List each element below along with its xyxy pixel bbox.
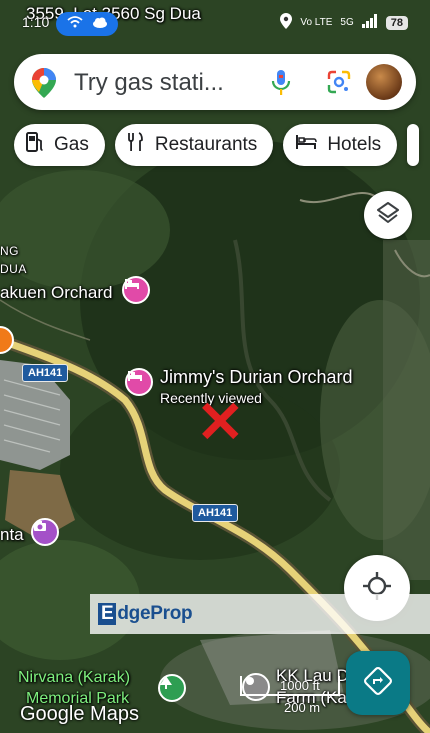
bed-icon[interactable] [125,368,153,396]
edgeprop-watermark: EdgeProp [90,594,430,634]
camera-icon[interactable] [31,518,59,546]
category-chips: Gas Restaurants Hotels [14,124,420,166]
layers-icon [376,201,400,230]
chip-hotels[interactable]: Hotels [283,124,398,166]
fork-knife-icon [127,132,145,158]
bed-icon [295,134,318,156]
map-scale: 1000 ft 200 m [240,676,340,715]
chip-more[interactable] [407,124,420,166]
cloud-icon [92,15,108,33]
scale-meters: 200 m [284,700,321,715]
google-lens-icon[interactable] [326,69,352,100]
bed-icon[interactable] [122,276,150,304]
map-label-left-poi[interactable]: nta [0,525,24,545]
hotspot-indicator [56,12,118,36]
google-maps-logo: Google Maps [20,703,139,725]
tree-icon[interactable] [158,674,186,702]
signal-bars-icon [361,14,378,31]
chip-label: Hotels [327,134,382,155]
chip-gas[interactable]: Gas [14,124,105,166]
microphone-icon[interactable] [270,69,292,102]
map-label-area-top: NG [0,244,19,258]
layers-button[interactable] [364,191,412,239]
status-bar: 1:10 Vo LTE 5G 78 [0,0,430,40]
profile-avatar[interactable] [366,64,402,100]
gas-pump-icon [26,132,44,158]
wifi-icon [66,15,83,33]
search-bar[interactable]: Try gas stati... [14,54,416,110]
search-input[interactable]: Try gas stati... [74,69,224,97]
directions-button[interactable] [346,651,410,715]
directions-icon [364,666,392,700]
map-label-memorial-line1[interactable]: Nirvana (Karak) [18,669,130,687]
maps-pin-icon [32,68,56,103]
map-label-area-bottom: DUA [0,262,27,276]
close-x-marker-icon: ✕ [196,390,245,455]
chip-restaurants[interactable]: Restaurants [114,124,274,166]
scale-feet: 1000 ft [280,678,320,693]
poi-title-jimmys-durian-orchard[interactable]: Jimmy's Durian Orchard [160,367,352,388]
volte-indicator: Vo LTE [300,17,333,28]
battery-indicator: 78 [385,15,408,30]
chip-label: Gas [54,134,89,155]
chip-label: Restaurants [154,134,258,155]
road-shield-ah141: AH141 [22,364,69,382]
status-indicators: Vo LTE 5G 78 [280,13,408,32]
status-time: 1:10 [22,14,50,30]
location-icon [280,13,293,32]
edgeprop-logo: EdgeProp [98,603,193,625]
signal-5g-indicator: 5G [340,17,354,28]
map-label-orchard[interactable]: akuen Orchard [0,283,112,303]
road-shield-ah141: AH141 [192,504,239,522]
